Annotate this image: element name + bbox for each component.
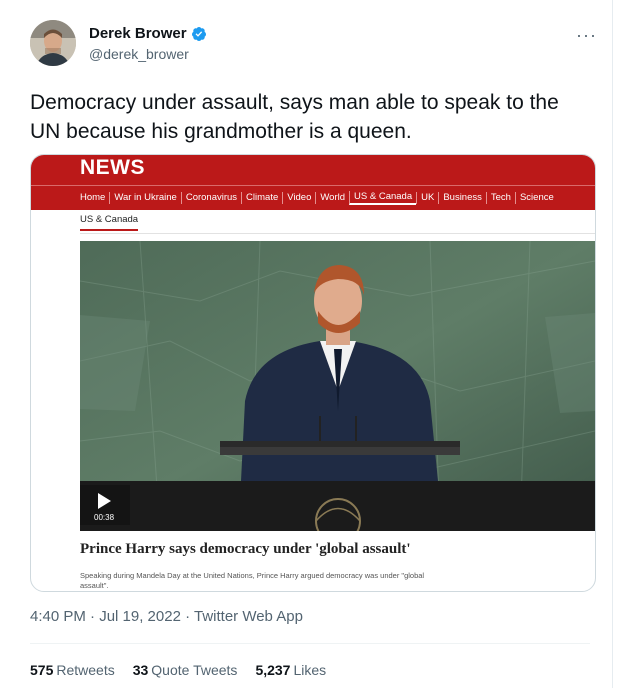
bbc-nav-item-war-in-ukraine[interactable]: War in Ukraine [109, 192, 180, 204]
retweets-label: Retweets [56, 662, 115, 678]
avatar-portrait [30, 20, 76, 66]
verified-badge-icon [191, 26, 206, 41]
article-summary: Speaking during Mandela Day at the Unite… [80, 571, 425, 590]
likes-stat[interactable]: 5,237 Likes [255, 662, 326, 678]
tweet-stats: 575 Retweets 33 Quote Tweets 5,237 Likes [30, 662, 326, 678]
bbc-nav-items: Home War in Ukraine Coronavirus Climate Vide… [80, 186, 558, 210]
bbc-nav-item-video[interactable]: Video [282, 192, 315, 204]
video-duration: 00:38 [94, 513, 115, 522]
bbc-news-logo: NEWS [80, 156, 145, 179]
sub-nav-divider [80, 233, 595, 234]
author-handle[interactable]: @derek_brower [89, 46, 189, 62]
bbc-sub-nav-us-canada[interactable]: US & Canada [80, 214, 139, 231]
author-avatar[interactable] [30, 20, 76, 66]
retweets-count: 575 [30, 662, 54, 678]
quote-tweets-label: Quote Tweets [151, 662, 238, 678]
retweets-stat[interactable]: 575 Retweets [30, 662, 115, 678]
bbc-nav-item-us-canada[interactable]: US & Canada [349, 191, 417, 205]
tweet-media-card[interactable]: NEWS Home War in Ukraine Coronavirus Climat… [30, 154, 596, 592]
tweet-detail: Derek Brower @derek_brower ··· Democracy… [0, 0, 613, 688]
bbc-nav-bar: Home War in Ukraine Coronavirus Climate Vide… [31, 185, 595, 210]
video-play-button[interactable]: 00:38 [80, 485, 130, 525]
bbc-nav-item-science[interactable]: Science [514, 192, 558, 204]
quote-tweets-count: 33 [132, 662, 149, 678]
bbc-nav-item-tech[interactable]: Tech [485, 192, 515, 204]
bbc-nav-item-world[interactable]: World [315, 192, 349, 204]
bbc-header: NEWS [31, 155, 595, 185]
tweet-text: Democracy under assault, says man able t… [30, 91, 559, 143]
author-name[interactable]: Derek Brower [89, 25, 187, 42]
author-name-row[interactable]: Derek Brower [89, 25, 207, 42]
bbc-nav-item-home[interactable]: Home [80, 192, 109, 204]
bbc-nav-item-climate[interactable]: Climate [241, 192, 282, 204]
news-photo [80, 241, 595, 531]
tweet-timestamp[interactable]: 4:40 PM · Jul 19, 2022 · Twitter Web App [30, 608, 303, 625]
likes-count: 5,237 [255, 662, 291, 678]
quote-tweets-stat[interactable]: 33 Quote Tweets [133, 662, 238, 678]
bbc-nav-item-uk[interactable]: UK [416, 192, 438, 204]
bbc-nav-item-coronavirus[interactable]: Coronavirus [180, 192, 241, 204]
article-headline[interactable]: Prince Harry says democracy under 'globa… [80, 541, 411, 558]
bbc-nav-item-business[interactable]: Business [438, 192, 486, 204]
likes-label: Likes [293, 662, 327, 678]
play-icon [98, 493, 111, 509]
un-speaker-illustration [80, 241, 595, 531]
stats-divider [30, 643, 590, 644]
more-options-icon[interactable]: ··· [576, 25, 597, 46]
